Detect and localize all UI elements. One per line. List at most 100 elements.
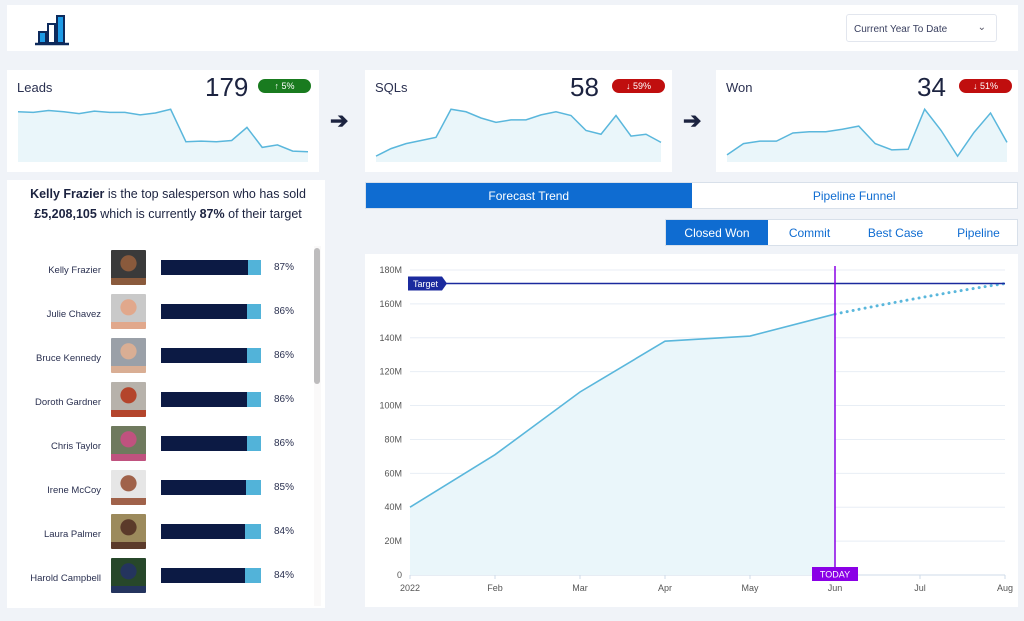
x-tick-label: Feb [487, 583, 503, 593]
summary-text: is the top salesperson who has sold [104, 187, 306, 201]
salesperson-name: Laura Palmer [43, 529, 101, 540]
sparkline-area [376, 109, 661, 162]
salesperson-name: Harold Campbell [30, 573, 101, 584]
closed-won-area [410, 314, 835, 575]
salesperson-name: Doroth Gardner [34, 397, 101, 408]
target-progress-bar [161, 304, 261, 319]
target-progress-fill [161, 260, 248, 275]
x-tick-label: May [741, 583, 759, 593]
leaderboard-row[interactable]: Laura Palmer 84% [7, 514, 307, 558]
sparkline-area [18, 109, 308, 162]
y-tick-label: 60M [384, 468, 402, 478]
y-tick-label: 180M [379, 265, 402, 275]
top-seller-amount: £5,208,105 [34, 207, 97, 221]
top-seller-pct: 87% [199, 207, 225, 221]
tab-best-case[interactable]: Best Case [851, 220, 940, 245]
target-pct: 87% [274, 262, 295, 273]
target-pct: 84% [274, 570, 295, 581]
salesperson-name: Kelly Frazier [48, 265, 101, 276]
x-tick-label: Mar [572, 583, 588, 593]
x-tick-label: Aug [997, 583, 1013, 593]
target-progress-fill [161, 480, 246, 495]
today-label: TODAY [820, 570, 850, 580]
avatar [111, 558, 146, 593]
period-select[interactable]: Current Year To Date ⌄ [846, 14, 997, 42]
target-label: Target [413, 279, 439, 289]
y-tick-label: 160M [379, 299, 402, 309]
salesperson-name: Irene McCoy [47, 485, 101, 496]
leaderboard-row[interactable]: Chris Taylor 86% [7, 426, 307, 470]
leaderboard-row[interactable]: Irene McCoy 85% [7, 470, 307, 514]
summary-text: of their target [224, 207, 302, 221]
header-bar: Current Year To Date ⌄ [7, 5, 1018, 51]
avatar [111, 426, 146, 461]
kpi-label: Won [726, 80, 753, 95]
y-tick-label: 140M [379, 333, 402, 343]
y-tick-label: 20M [384, 536, 402, 546]
kpi-card-won[interactable]: Won 34 ↓ 51% [716, 70, 1018, 172]
target-progress-bar [161, 568, 261, 583]
summary-text: which is currently [96, 207, 200, 221]
target-pct: 86% [274, 394, 295, 405]
kpi-change-badge: ↓ 51% [959, 79, 1012, 93]
kpi-value: 179 [205, 72, 249, 102]
sub-tabs: Closed Won Commit Best Case Pipeline [665, 219, 1018, 246]
kpi-label: Leads [17, 80, 53, 95]
x-tick-label: Jun [828, 583, 843, 593]
avatar [111, 514, 146, 549]
tab-pipeline-funnel[interactable]: Pipeline Funnel [692, 183, 1018, 208]
target-progress-fill [161, 436, 247, 451]
target-pct: 84% [274, 526, 295, 537]
kpi-card-sqls[interactable]: SQLs 58 ↓ 59% [365, 70, 672, 172]
leaderboard-row[interactable]: Kelly Frazier 87% [7, 250, 307, 294]
salesperson-name: Bruce Kennedy [36, 353, 101, 364]
kpi-card-leads[interactable]: Leads 179 ↑ 5% [7, 70, 319, 172]
target-progress-fill [161, 348, 247, 363]
kpi-sparkline [726, 107, 1008, 162]
x-tick-label: Jul [914, 583, 926, 593]
tab-forecast-trend[interactable]: Forecast Trend [366, 183, 692, 208]
target-progress-bar [161, 436, 261, 451]
y-tick-label: 80M [384, 434, 402, 444]
avatar [111, 250, 146, 285]
x-tick-label: Apr [658, 583, 672, 593]
tab-commit[interactable]: Commit [768, 220, 851, 245]
target-progress-bar [161, 260, 261, 275]
target-progress-bar [161, 392, 261, 407]
bar-chart-logo-icon [35, 15, 69, 46]
forecast-chart: 0 20M 40M 60M 80M 100M 120M 140M 160M 180M 2022 Feb… [379, 265, 1013, 593]
leaderboard-scrollbar[interactable] [314, 246, 321, 606]
x-tick-label: 2022 [400, 583, 420, 593]
period-select-value: Current Year To Date [854, 24, 948, 35]
kpi-value: 58 [570, 72, 599, 102]
leaderboard-row[interactable]: Julie Chavez 86% [7, 294, 307, 338]
forecast-chart-card: 0 20M 40M 60M 80M 100M 120M 140M 160M 180M 2022 Feb… [365, 254, 1018, 607]
leaderboard-row[interactable]: Doroth Gardner 86% [7, 382, 307, 426]
target-progress-fill [161, 524, 245, 539]
target-progress-fill [161, 568, 245, 583]
y-tick-label: 40M [384, 502, 402, 512]
arrow-right-icon: ➔ [683, 108, 702, 133]
kpi-value: 34 [917, 72, 946, 102]
kpi-label: SQLs [375, 80, 408, 95]
tab-pipeline[interactable]: Pipeline [940, 220, 1017, 245]
target-progress-fill [161, 392, 247, 407]
y-tick-label: 100M [379, 401, 402, 411]
avatar [111, 470, 146, 505]
leaderboard-row[interactable]: Bruce Kennedy 86% [7, 338, 307, 382]
chevron-down-icon: ⌄ [977, 22, 986, 33]
kpi-change-badge: ↓ 59% [612, 79, 665, 93]
salesperson-name: Chris Taylor [51, 441, 101, 452]
arrow-right-icon: ➔ [330, 108, 349, 133]
scrollbar-thumb[interactable] [314, 248, 320, 384]
leaderboard-row[interactable]: Harold Campbell 84% [7, 558, 307, 602]
top-seller-name: Kelly Frazier [30, 187, 105, 201]
target-pct: 86% [274, 350, 295, 361]
avatar [111, 338, 146, 373]
forecast-dotted-line [833, 282, 1007, 316]
kpi-sparkline [17, 108, 309, 162]
tab-closed-won[interactable]: Closed Won [666, 220, 768, 245]
avatar [111, 294, 146, 329]
target-progress-bar [161, 348, 261, 363]
target-progress-fill [161, 304, 247, 319]
